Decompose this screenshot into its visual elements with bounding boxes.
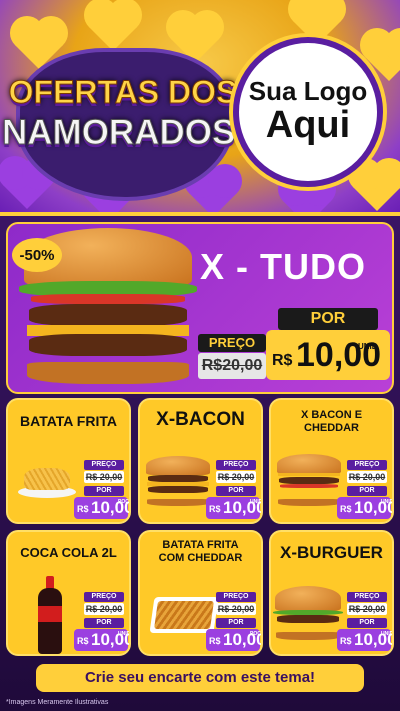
old-price: R$ 20,00 [216, 603, 256, 615]
heart-decoration [352, 162, 400, 212]
hero-product-name: X - TUDO [200, 246, 366, 287]
discount-badge: -50% [12, 238, 62, 272]
unit-label: UNID [381, 499, 394, 505]
old-price: R$ 20,00 [216, 471, 256, 483]
old-price: R$ 20,00 [347, 603, 387, 615]
preco-label: PREÇO [216, 592, 256, 602]
currency-symbol: R$ [272, 352, 293, 369]
currency-symbol: R$ [340, 504, 352, 514]
soda-bottle-image [38, 576, 62, 654]
burger-image [273, 586, 343, 640]
new-price: R$ 10,00 POÇ [74, 497, 129, 519]
por-label: POR [84, 486, 124, 496]
card-title: X-BACON [156, 409, 245, 430]
new-price: R$ 10,00 UNID [74, 629, 131, 651]
product-card-batata-cheddar[interactable]: BATATA FRITA COM CHEDDAR PREÇO R$ 20,00 … [138, 530, 263, 656]
hero-preco-label: PREÇO [198, 334, 266, 352]
hero-old-price: R$20,00 [198, 353, 266, 379]
por-label: POR [347, 618, 387, 628]
preco-label: PREÇO [84, 592, 124, 602]
card-title-line1: X BACON E [300, 409, 363, 421]
unit-label: UNID [381, 631, 394, 637]
card-title-line2: COM CHEDDAR [158, 552, 243, 564]
old-price: R$ 20,00 [84, 471, 124, 483]
page-title-line2: NAMORADOS [2, 113, 236, 153]
preco-label: PREÇO [347, 592, 387, 602]
disclaimer-text: *Imagens Meramente Ilustrativas [6, 699, 109, 706]
burger-image [146, 456, 210, 506]
hero-por-label: POR [278, 308, 378, 330]
currency-symbol: R$ [340, 636, 352, 646]
cheese-fries-image [149, 597, 219, 633]
preco-label: PREÇO [216, 460, 256, 470]
product-card-x-bacon[interactable]: X-BACON PREÇO R$ 20,00 POR R$ 10,00 UNID [138, 398, 263, 524]
unit-label: POÇ [250, 631, 261, 637]
por-label: POR [347, 486, 387, 496]
heart-decoration [88, 2, 138, 52]
old-price: R$ 20,00 [84, 603, 124, 615]
page-title-line1: OFERTAS DOS [8, 74, 238, 111]
currency-symbol: R$ [209, 504, 221, 514]
unit-label: UNID [118, 631, 131, 637]
burger-image [277, 454, 341, 506]
new-price: R$ 10,00 UNID [337, 629, 394, 651]
card-title-line2: CHEDDAR [304, 422, 359, 434]
card-title: BATATA FRITA [20, 413, 117, 429]
fries-image [18, 468, 76, 498]
por-label: POR [216, 486, 256, 496]
unit-label: UNID [250, 499, 263, 505]
old-price: R$ 20,00 [347, 471, 387, 483]
logo-text-line2: Aqui [265, 103, 351, 146]
product-card-batata-frita[interactable]: BATATA FRITA PREÇO R$ 20,00 POR R$ 10,00… [6, 398, 131, 524]
por-label: POR [84, 618, 124, 628]
unit-label: POÇ [118, 499, 129, 505]
unit-label: UNID [358, 342, 378, 351]
por-label: POR [216, 618, 256, 628]
product-card-x-burguer[interactable]: X-BURGUER PREÇO R$ 20,00 POR R$ 10,00 UN… [269, 530, 394, 656]
hero-new-price: R$ 10,00 UNID [266, 330, 390, 380]
currency-symbol: R$ [77, 636, 89, 646]
logo-placeholder[interactable]: Sua Logo Aqui [233, 37, 383, 187]
new-price: R$ 10,00 UNID [337, 497, 394, 519]
currency-symbol: R$ [77, 504, 89, 514]
currency-symbol: R$ [209, 636, 221, 646]
card-title-line1: BATATA FRITA [162, 539, 239, 551]
card-title: X-BURGUER [280, 543, 383, 562]
product-card-x-bacon-cheddar[interactable]: X BACON E CHEDDAR PREÇO R$ 20,00 POR R$ … [269, 398, 394, 524]
logo-text-line1: Sua Logo [248, 76, 368, 107]
product-card-coca-cola[interactable]: COCA COLA 2L PREÇO R$ 20,00 POR R$ 10,00… [6, 530, 131, 656]
preco-label: PREÇO [84, 460, 124, 470]
preco-label: PREÇO [347, 460, 387, 470]
new-price: R$ 10,00 POÇ [206, 629, 261, 651]
cta-banner[interactable]: Crie seu encarte com este tema! [36, 664, 364, 692]
card-title: COCA COLA 2L [20, 545, 117, 560]
new-price: R$ 10,00 UNID [206, 497, 263, 519]
header-banner: OFERTAS DOS NAMORADOS Sua Logo Aqui [0, 0, 400, 212]
